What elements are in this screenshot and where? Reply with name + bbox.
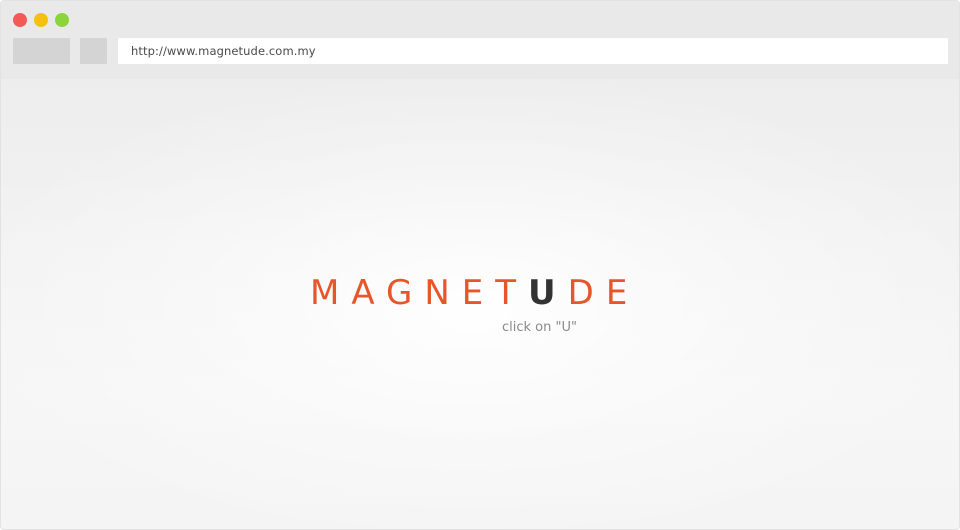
logo-text-start: MAGNET [310,273,529,313]
browser-window: http://www.magnetude.com.my MAGNETUDE cl… [0,0,960,530]
maximize-window-button[interactable] [55,13,69,27]
page-content: MAGNETUDE click on "U" [1,79,959,529]
address-bar[interactable]: http://www.magnetude.com.my [118,38,948,64]
magnetude-logo: MAGNETUDE [310,273,640,313]
back-button[interactable] [13,38,70,64]
close-window-button[interactable] [13,13,27,27]
minimize-window-button[interactable] [34,13,48,27]
forward-button[interactable] [80,38,107,64]
logo-text-end: DE [567,273,640,313]
hint-text: click on "U" [502,320,577,335]
browser-chrome: http://www.magnetude.com.my [1,1,959,79]
logo-u-link[interactable]: U [528,273,568,313]
